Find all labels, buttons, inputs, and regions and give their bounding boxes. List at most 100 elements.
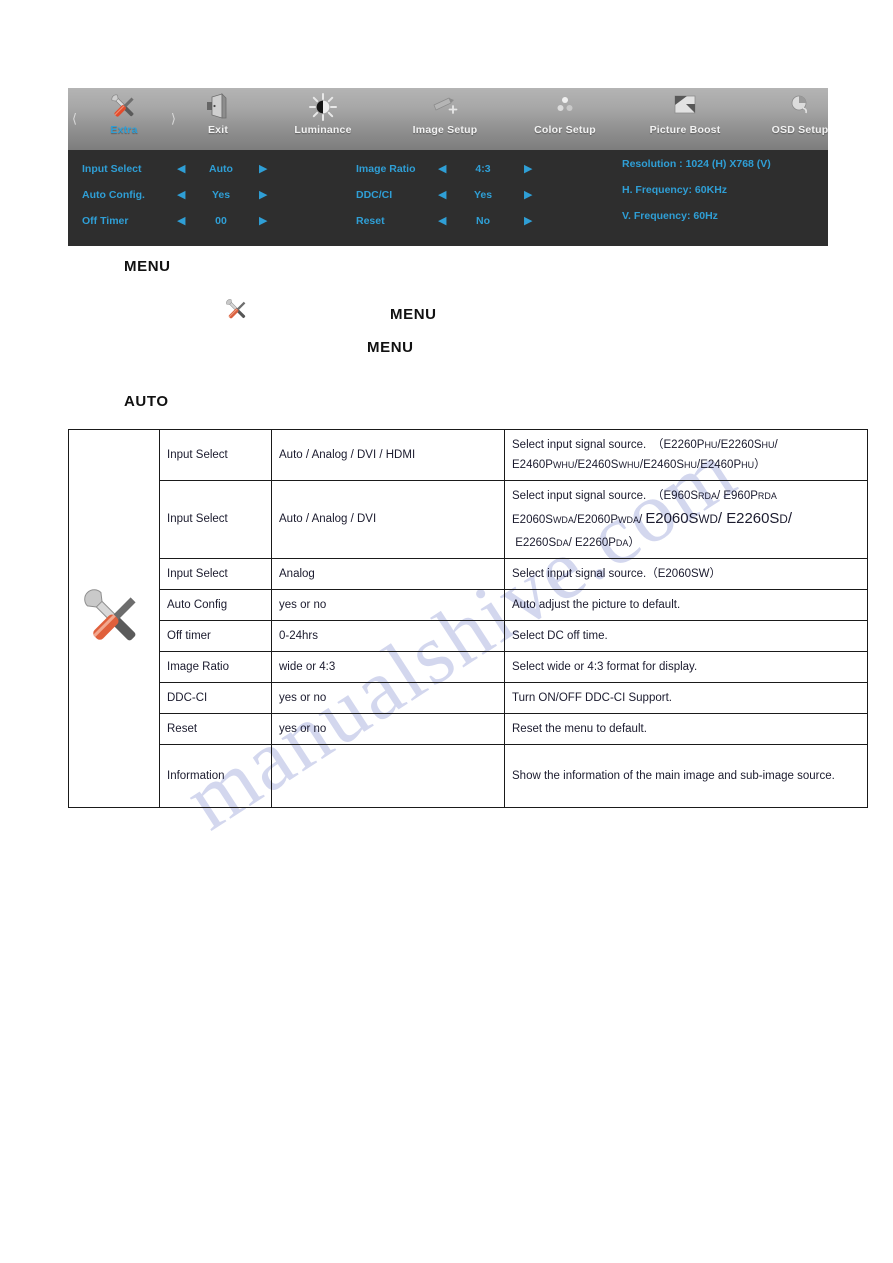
table-desc-cell: Show the information of the main image a… bbox=[504, 744, 868, 809]
osd-row-label: Input Select bbox=[82, 163, 142, 175]
table-row: Input Select Auto / Analog / DVI / HDMI … bbox=[68, 428, 868, 809]
table-icon-cell bbox=[68, 428, 160, 809]
osd-row-off-timer[interactable]: Off Timer ◀ 00 ▶ bbox=[82, 210, 302, 232]
osd-row-ddc-ci[interactable]: DDC/CI ◀ Yes ▶ bbox=[356, 184, 586, 206]
osd-tab-label: Luminance bbox=[294, 124, 352, 136]
table-desc-models-2: E2460PWHU/E2460SWHU/E2460SHU/E2460PHU） bbox=[512, 459, 766, 472]
osd-row-value: Auto bbox=[209, 163, 233, 175]
osd-tab-label: OSD Setup bbox=[771, 124, 829, 136]
table-desc-cell: Select wide or 4:3 format for display. bbox=[504, 651, 868, 684]
osd-menu-window: ⟨ ⟩ Extra Exit Luminance Image Setup Col… bbox=[68, 88, 828, 246]
table-desc-cell: Turn ON/OFF DDC-CI Support. bbox=[504, 682, 868, 715]
table-row: Off timer 0-24hrs Select DC off time. bbox=[69, 619, 868, 653]
increment-arrow-icon[interactable]: ▶ bbox=[524, 184, 532, 206]
osd-row-input-select[interactable]: Input Select ◀ Auto ▶ bbox=[82, 158, 302, 180]
increment-arrow-icon[interactable]: ▶ bbox=[259, 158, 267, 180]
table-function-cell: Off timer bbox=[159, 619, 272, 653]
osd-row-value: Yes bbox=[211, 189, 231, 201]
chevron-left-icon[interactable]: ⟨ bbox=[72, 112, 77, 127]
table-function-cell: Input Select bbox=[159, 428, 272, 482]
table-value-cell: 0-24hrs bbox=[271, 619, 505, 653]
osd-tab-color-setup[interactable]: Color Setup bbox=[505, 90, 625, 148]
osd-tab-exit[interactable]: Exit bbox=[158, 90, 278, 148]
increment-arrow-icon[interactable]: ▶ bbox=[259, 210, 267, 232]
osd-row-image-ratio[interactable]: Image Ratio ◀ 4:3 ▶ bbox=[356, 158, 586, 180]
table-value-cell: Auto / Analog / DVI bbox=[271, 480, 505, 559]
table-desc-cell: Select input signal source.（E2060SW） bbox=[504, 557, 868, 590]
picture-boost-icon bbox=[625, 92, 745, 124]
osd-row-label: Auto Config. bbox=[82, 189, 145, 201]
osd-tab-label: Exit bbox=[207, 124, 229, 136]
table-desc-models-3: E2260SDA/ E2260PDA） bbox=[512, 536, 640, 549]
osd-info-h-frequency: H. Frequency: 60KHz bbox=[622, 184, 728, 196]
table-desc-prefix: Select input signal source. （ bbox=[512, 439, 664, 451]
osd-tab-bar: ⟨ ⟩ Extra Exit Luminance Image Setup Col… bbox=[68, 88, 828, 150]
brightness-icon bbox=[263, 92, 383, 124]
osd-tab-picture-boost[interactable]: Picture Boost bbox=[625, 90, 745, 148]
increment-arrow-icon[interactable]: ▶ bbox=[524, 210, 532, 232]
osd-tab-image-setup[interactable]: Image Setup bbox=[385, 90, 505, 148]
osd-function-table: Input Select Auto / Analog / DVI / HDMI … bbox=[68, 428, 868, 809]
table-value-cell: Analog bbox=[271, 557, 505, 590]
inline-tools-icon bbox=[222, 295, 252, 325]
table-function-cell: Image Ratio bbox=[159, 651, 272, 684]
table-row: Reset yes or no Reset the menu to defaul… bbox=[69, 713, 868, 746]
body-keyword-menu-3: MENU bbox=[367, 339, 414, 356]
table-function-cell: Information bbox=[159, 744, 272, 809]
body-keyword-menu-1: MENU bbox=[124, 258, 171, 275]
table-value-cell: wide or 4:3 bbox=[271, 651, 505, 684]
osd-setup-icon bbox=[740, 92, 860, 124]
table-row: Input Select Analog Select input signal … bbox=[69, 557, 868, 590]
table-desc-prefix: Select input signal source. （ bbox=[512, 490, 664, 503]
osd-info-resolution: Resolution : 1024 (H) X768 (V) bbox=[622, 158, 771, 170]
table-function-cell: Input Select bbox=[159, 480, 272, 559]
table-function-cell: Input Select bbox=[159, 557, 272, 590]
table-row: Auto Config yes or no Auto adjust the pi… bbox=[69, 588, 868, 621]
osd-row-value: No bbox=[476, 215, 490, 227]
decrement-arrow-icon[interactable]: ◀ bbox=[177, 158, 185, 180]
table-function-cell: DDC-CI bbox=[159, 682, 272, 715]
osd-tab-osd-setup[interactable]: OSD Setup bbox=[740, 90, 860, 148]
table-desc-models: E2260PHU/E2260SHU/ bbox=[663, 439, 778, 451]
decrement-arrow-icon[interactable]: ◀ bbox=[438, 210, 446, 232]
osd-row-value: 00 bbox=[215, 215, 227, 227]
body-keyword-auto: AUTO bbox=[124, 393, 169, 410]
increment-arrow-icon[interactable]: ▶ bbox=[524, 158, 532, 180]
decrement-arrow-icon[interactable]: ◀ bbox=[177, 210, 185, 232]
table-desc-models-2: E2060SWDA/E2060PWDA/ E2060SWD/ E2260SD/ bbox=[512, 510, 792, 528]
table-value-cell: yes or no bbox=[271, 682, 505, 715]
decrement-arrow-icon[interactable]: ◀ bbox=[438, 184, 446, 206]
osd-row-value: Yes bbox=[473, 189, 493, 201]
table-desc-cell: Reset the menu to default. bbox=[504, 713, 868, 746]
table-desc-cell: Select input signal source. （E960SRDA/ E… bbox=[504, 480, 868, 559]
image-setup-icon bbox=[385, 92, 505, 124]
osd-row-label: Off Timer bbox=[82, 215, 129, 227]
color-dots-icon bbox=[505, 92, 625, 124]
osd-row-auto-config[interactable]: Auto Config. ◀ Yes ▶ bbox=[82, 184, 302, 206]
increment-arrow-icon[interactable]: ▶ bbox=[259, 184, 267, 206]
osd-row-label: Reset bbox=[356, 215, 385, 227]
osd-row-label: Image Ratio bbox=[356, 163, 416, 175]
osd-tab-luminance[interactable]: Luminance bbox=[263, 90, 383, 148]
osd-info-v-frequency: V. Frequency: 60Hz bbox=[622, 210, 718, 222]
table-value-cell bbox=[271, 744, 505, 809]
table-row: Image Ratio wide or 4:3 Select wide or 4… bbox=[69, 651, 868, 684]
osd-row-reset[interactable]: Reset ◀ No ▶ bbox=[356, 210, 586, 232]
body-keyword-menu-2: MENU bbox=[390, 306, 437, 323]
osd-tab-label: Image Setup bbox=[412, 124, 478, 136]
table-desc-cell: Auto adjust the picture to default. bbox=[504, 588, 868, 621]
decrement-arrow-icon[interactable]: ◀ bbox=[177, 184, 185, 206]
table-row: Information Show the information of the … bbox=[69, 744, 868, 809]
table-function-cell: Reset bbox=[159, 713, 272, 746]
table-value-cell: yes or no bbox=[271, 588, 505, 621]
table-desc-cell: Select input signal source. （E2260PHU/E2… bbox=[504, 428, 868, 482]
table-row: DDC-CI yes or no Turn ON/OFF DDC-CI Supp… bbox=[69, 682, 868, 715]
osd-row-label: DDC/CI bbox=[356, 189, 393, 201]
osd-tab-label: Picture Boost bbox=[649, 124, 721, 136]
table-value-cell: Auto / Analog / DVI / HDMI bbox=[271, 428, 505, 482]
table-value-cell: yes or no bbox=[271, 713, 505, 746]
exit-door-icon bbox=[158, 92, 278, 124]
osd-settings-panel: Input Select ◀ Auto ▶ Auto Config. ◀ Yes… bbox=[68, 150, 828, 246]
osd-tab-label: Color Setup bbox=[534, 124, 596, 136]
decrement-arrow-icon[interactable]: ◀ bbox=[438, 158, 446, 180]
